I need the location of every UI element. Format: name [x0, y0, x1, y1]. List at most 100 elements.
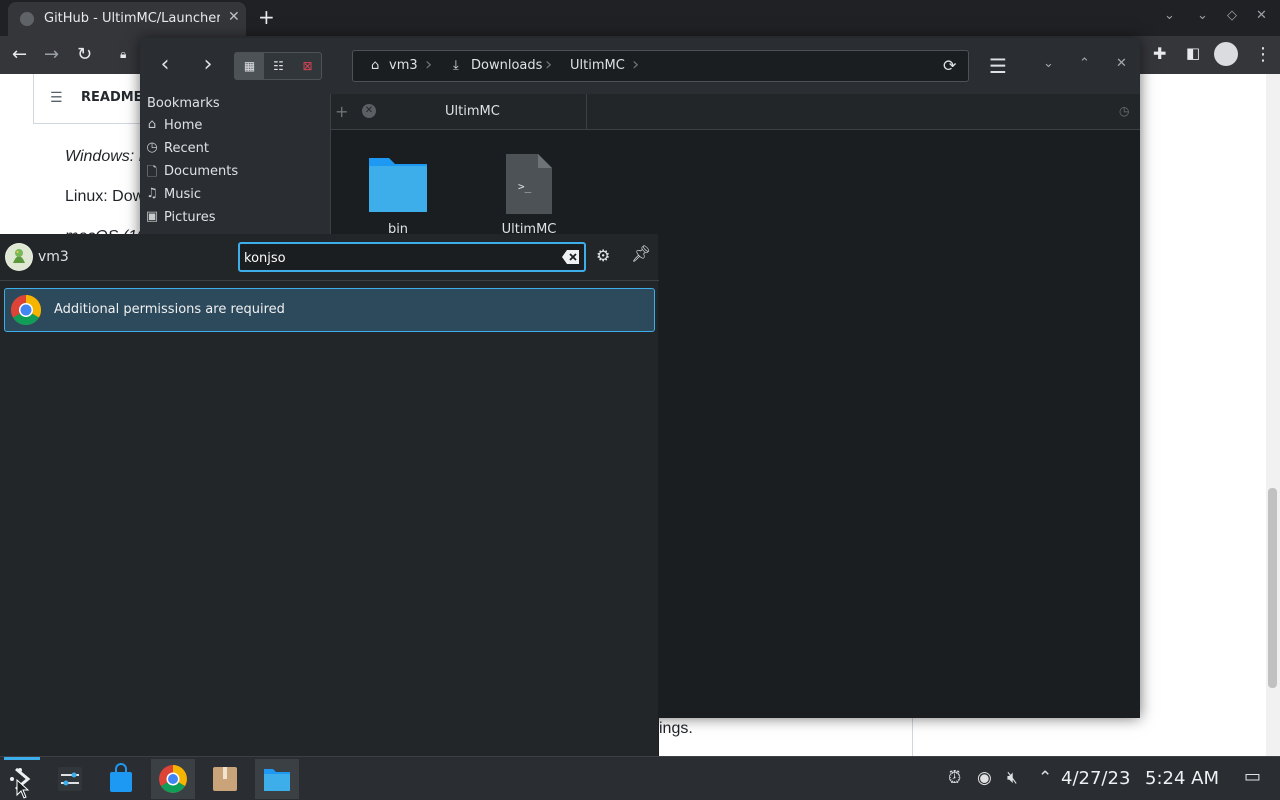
crumb-download-icon: ⤓ [453, 58, 459, 73]
shopping-bag-icon [110, 763, 132, 792]
details-view-icon[interactable]: ⊠ [293, 53, 322, 79]
tray-expand-icon[interactable]: ⌃ [1038, 768, 1052, 788]
location-reload-icon[interactable]: ⟳ [943, 56, 956, 75]
crumb-separator: › [632, 54, 640, 75]
outline-list-icon[interactable]: ☰ [50, 90, 63, 106]
new-tab-button[interactable]: + [258, 5, 275, 29]
package-box-icon [213, 767, 237, 791]
crumb-vm3[interactable]: vm3 [389, 58, 418, 73]
tray-time[interactable]: 5:24 AM [1145, 768, 1219, 789]
notifications-bell-icon[interactable]: ⏰︎ [948, 768, 961, 788]
hamburger-menu-icon[interactable]: ☰ [989, 54, 1007, 78]
svg-text:>_: >_ [518, 180, 532, 193]
script-file-icon: >_ [506, 154, 552, 214]
place-home[interactable]: ⌂ Home [144, 115, 324, 137]
chrome-icon [159, 765, 187, 793]
reload-icon[interactable]: ↻ [77, 44, 92, 65]
tab-search-icon[interactable]: ⌄ [1164, 8, 1175, 23]
user-avatar-icon[interactable] [5, 243, 33, 271]
fm-minimize-icon[interactable]: ⌄ [1043, 56, 1054, 71]
crumb-separator: › [425, 54, 433, 75]
fm-tab-label: UltimMC [445, 104, 500, 119]
system-settings-button[interactable] [48, 759, 92, 799]
krunner-divider [0, 280, 659, 281]
volume-muted-icon[interactable]: 🔇︎ [1007, 768, 1018, 788]
settings-sliders-icon [58, 767, 82, 791]
browser-tab-bar: GitHub - UltimMC/Launcher: A ✕ + ⌄ ⌄ ◇ ✕ [0, 0, 1280, 36]
crumb-downloads[interactable]: Downloads [471, 58, 542, 73]
mouse-cursor-icon [16, 779, 30, 799]
ark-archiver-button[interactable] [203, 759, 247, 799]
file-item-ultimmc[interactable]: >_ UltimMC [474, 146, 584, 237]
browser-minimize-icon[interactable]: ⌄ [1197, 8, 1208, 23]
chrome-task-button[interactable] [151, 759, 195, 799]
browser-close-icon[interactable]: ✕ [1256, 8, 1267, 23]
music-icon: ♫ [146, 186, 158, 201]
close-fm-tab-icon[interactable]: ✕ [362, 104, 376, 118]
github-favicon-icon [20, 12, 34, 26]
recent-icon: ◷ [146, 140, 158, 155]
fm-tab-strip: + ✕ UltimMC ◷ [331, 94, 1140, 130]
folder-icon [369, 158, 427, 212]
dolphin-task-button[interactable] [255, 759, 299, 799]
place-label: Pictures [164, 210, 216, 225]
place-label: Documents [164, 164, 239, 179]
result-label: Additional permissions are required [54, 302, 285, 317]
discover-store-button[interactable] [99, 759, 143, 799]
doc-line-windows: Windows: D [65, 148, 151, 165]
place-documents[interactable]: 🗋︎ Documents [144, 161, 324, 183]
location-breadcrumb: ⌂ vm3 › ⤓ Downloads › UltimMC › ⟳ [352, 50, 969, 82]
folder-icon [264, 769, 290, 791]
fm-maximize-icon[interactable]: ⌃ [1079, 56, 1090, 71]
crumb-ultimmc[interactable]: UltimMC [570, 58, 625, 73]
lock-icon[interactable]: 🔒︎ [120, 47, 126, 62]
documents-icon: 🗋︎ [146, 165, 158, 180]
show-desktop-icon[interactable]: ▭ [1244, 766, 1261, 787]
home-icon: ⌂ [147, 117, 157, 132]
compact-view-icon[interactable]: ☷ [264, 53, 293, 79]
krunner-username: vm3 [38, 249, 69, 265]
place-label: Music [164, 187, 201, 202]
extensions-icon[interactable]: ✚ [1153, 44, 1166, 63]
fm-tab-ultimmc[interactable]: UltimMC [387, 94, 587, 130]
browser-maximize-icon[interactable]: ◇ [1227, 8, 1237, 23]
fm-back-icon[interactable]: ‹ [151, 52, 179, 80]
readme-label: README [81, 90, 143, 105]
crumb-home-icon: ⌂ [371, 58, 380, 73]
place-label: Home [164, 118, 203, 133]
chrome-menu-icon[interactable]: ⋮ [1254, 44, 1272, 65]
new-fm-tab-icon[interactable]: + [335, 102, 348, 121]
clear-text-icon[interactable] [562, 249, 580, 265]
network-icon[interactable]: ◉ [977, 768, 992, 788]
page-scrollbar-thumb[interactable] [1268, 488, 1277, 688]
file-item-bin[interactable]: bin [343, 146, 453, 237]
browser-tab[interactable]: GitHub - UltimMC/Launcher: A ✕ [8, 2, 246, 36]
taskbar: ⏰︎ ◉ 🔇︎ ⌃ 4/27/23 5:24 AM ▭ [0, 756, 1280, 800]
fm-forward-icon[interactable]: › [194, 52, 222, 80]
place-label: Recent [164, 141, 209, 156]
profile-avatar-icon[interactable] [1214, 42, 1238, 66]
view-mode-group: ▦ ☷ ⊠ [234, 52, 322, 80]
tray-date[interactable]: 4/27/23 [1061, 768, 1130, 789]
place-recent[interactable]: ◷ Recent [144, 138, 324, 160]
krunner-search-input[interactable] [244, 248, 554, 268]
krunner-search-box [238, 242, 586, 272]
krunner-settings-icon[interactable]: ⚙︎ [596, 246, 610, 265]
file-manager-toolbar: ‹ › ▦ ☷ ⊠ ⌂ vm3 › ⤓ Downloads › UltimMC … [140, 38, 1140, 94]
back-arrow-icon[interactable]: ← [12, 44, 27, 65]
fm-close-icon[interactable]: ✕ [1116, 56, 1127, 71]
place-music[interactable]: ♫ Music [144, 184, 324, 206]
place-pictures[interactable]: ▣ Pictures [144, 207, 324, 229]
pin-icon[interactable]: 📌︎ [631, 244, 651, 263]
forward-arrow-icon[interactable]: → [44, 44, 59, 65]
pictures-icon: ▣ [145, 209, 159, 224]
recently-closed-icon[interactable]: ◷ [1119, 104, 1129, 118]
tab-close-icon[interactable]: ✕ [228, 9, 240, 25]
icons-view-icon[interactable]: ▦ [235, 53, 264, 79]
doc-fragment: ings. [659, 720, 693, 737]
side-panel-icon[interactable]: ◧ [1186, 44, 1200, 62]
browser-tab-title: GitHub - UltimMC/Launcher: A [44, 11, 220, 26]
krunner-result-item[interactable]: Additional permissions are required [4, 288, 655, 332]
crumb-separator: › [545, 54, 553, 75]
places-heading: Bookmarks [147, 96, 220, 111]
